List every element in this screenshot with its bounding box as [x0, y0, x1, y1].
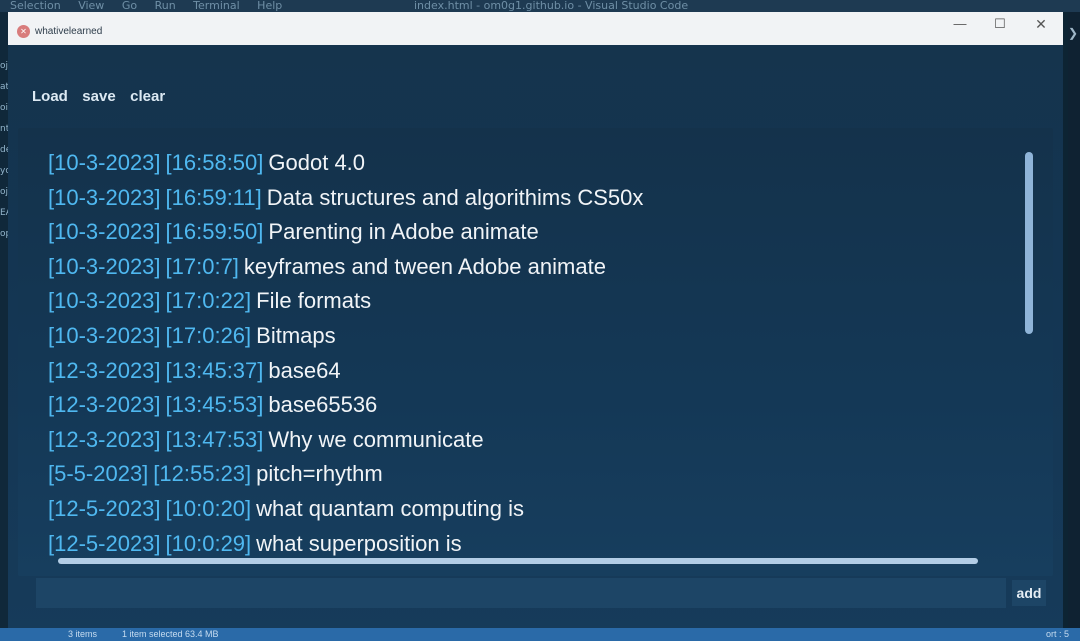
log-panel[interactable]: [10-3-2023] [16:58:50] Godot 4.0 [10-3-202… — [18, 128, 1053, 576]
entry-text: Bitmaps — [256, 322, 336, 348]
entry-date: [10-3-2023] — [48, 219, 161, 245]
log-entry: [10-3-2023] [16:58:50] Godot 4.0 — [48, 146, 1018, 181]
menu-terminal[interactable]: Terminal — [193, 0, 240, 12]
menu-view[interactable]: View — [78, 0, 104, 12]
entry-text: what quantam computing is — [256, 495, 524, 521]
window-title: whativelearned — [35, 26, 103, 37]
entry-text: keyframes and tween Adobe animate — [243, 253, 606, 279]
app-window: ✕ whativelearned — ☐ ✕ Load save clear [… — [8, 12, 1063, 638]
entry-text: File formats — [256, 288, 372, 314]
background-menubar: Selection View Go Run Terminal Help inde… — [0, 0, 1080, 12]
entry-text: base65536 — [268, 392, 378, 418]
entry-date: [5-5-2023] — [48, 461, 149, 487]
entry-text: pitch=rhythm — [256, 461, 383, 487]
entry-date: [10-3-2023] — [48, 288, 161, 314]
entry-time: [17:0:26] — [165, 322, 252, 348]
entry-date: [10-3-2023] — [48, 150, 161, 175]
entry-time: [16:58:50] — [165, 150, 264, 175]
save-button[interactable]: save — [82, 88, 115, 105]
maximize-button[interactable]: ☐ — [982, 14, 1018, 34]
toolbar: Load save clear — [32, 88, 175, 106]
horizontal-scrollbar[interactable] — [58, 558, 988, 566]
entry-time: [13:45:37] — [165, 357, 264, 383]
minimize-button[interactable]: — — [942, 14, 978, 34]
clear-button[interactable]: clear — [130, 88, 165, 105]
entry-text: Why we communicate — [268, 426, 484, 452]
menu-selection[interactable]: Selection — [10, 0, 61, 12]
entry-time: [13:47:53] — [165, 426, 264, 452]
entry-time: [13:45:53] — [165, 392, 264, 418]
close-button[interactable]: ✕ — [1023, 14, 1059, 34]
log-entry: [12-3-2023] [13:45:37] base64 — [48, 354, 1018, 389]
entry-text: what superposition is — [256, 530, 462, 556]
entry-time: [10:0:20] — [165, 495, 252, 521]
chevron-right-icon: ❯ — [1068, 26, 1079, 40]
window-titlebar: ✕ whativelearned — ☐ ✕ — [8, 12, 1063, 45]
entry-date: [10-3-2023] — [48, 322, 161, 348]
entry-text: Godot 4.0 — [268, 150, 366, 175]
entry-time: [16:59:50] — [165, 219, 264, 245]
menu-go[interactable]: Go — [122, 0, 137, 12]
app-icon: ✕ — [17, 25, 30, 38]
background-window-title: index.html - om0g1.github.io - Visual St… — [414, 0, 689, 12]
background-right-edge: ❯ — [1068, 12, 1080, 641]
entry-date: [12-3-2023] — [48, 392, 161, 418]
log-entry: [10-3-2023] [17:0:26] Bitmaps — [48, 319, 1018, 354]
entry-time: [16:59:11] — [165, 184, 262, 210]
log-entry: [12-3-2023] [13:47:53] Why we communicate — [48, 423, 1018, 458]
entry-text: Data structures and algorithims CS50x — [266, 184, 644, 210]
entry-date: [12-5-2023] — [48, 530, 161, 556]
vertical-scrollbar[interactable] — [1025, 150, 1035, 560]
menu-help[interactable]: Help — [257, 0, 282, 12]
log-entry: [10-3-2023] [16:59:11] Data structures and… — [48, 181, 1018, 216]
log-entry: [5-5-2023] [12:55:23] pitch=rhythm — [48, 457, 1018, 492]
entry-date: [12-3-2023] — [48, 357, 161, 383]
entry-input[interactable] — [36, 578, 1006, 608]
status-selected: 1 item selected 63.4 MB — [122, 629, 219, 639]
entry-time: [17:0:7] — [165, 253, 239, 279]
log-entry: [10-3-2023] [17:0:7] keyframes and tween A… — [48, 250, 1018, 285]
entry-date: [10-3-2023] — [48, 253, 161, 279]
entry-date: [10-3-2023] — [48, 184, 161, 210]
load-button[interactable]: Load — [32, 88, 68, 105]
status-items: 3 items — [68, 629, 98, 639]
background-menu: Selection View Go Run Terminal Help — [10, 0, 296, 12]
background-statusbar: 3 items 1 item selected 63.4 MB ort : 5 — [0, 628, 1080, 641]
entry-time: [12:55:23] — [153, 461, 252, 487]
log-list: [10-3-2023] [16:58:50] Godot 4.0 [10-3-202… — [48, 146, 1018, 561]
add-button[interactable]: add — [1012, 580, 1046, 606]
log-entry: [12-5-2023] [10:0:29] what superposition i… — [48, 527, 1018, 562]
entry-time: [17:0:22] — [165, 288, 252, 314]
log-entry: [12-5-2023] [10:0:20] what quantam computi… — [48, 492, 1018, 527]
entry-date: [12-5-2023] — [48, 495, 161, 521]
status-right: ort : 5 — [1046, 629, 1070, 639]
log-entry: [12-3-2023] [13:45:53] base65536 — [48, 388, 1018, 423]
log-entry: [10-3-2023] [16:59:50] Parenting in Adobe … — [48, 215, 1018, 250]
horizontal-scrollbar-thumb[interactable] — [58, 558, 978, 564]
entry-text: Parenting in Adobe animate — [268, 219, 539, 245]
log-entry: [10-3-2023] [17:0:22] File formats — [48, 284, 1018, 319]
menu-run[interactable]: Run — [155, 0, 176, 12]
entry-text: base64 — [268, 357, 341, 383]
vertical-scrollbar-thumb[interactable] — [1025, 152, 1033, 334]
entry-time: [10:0:29] — [165, 530, 252, 556]
entry-date: [12-3-2023] — [48, 426, 161, 452]
